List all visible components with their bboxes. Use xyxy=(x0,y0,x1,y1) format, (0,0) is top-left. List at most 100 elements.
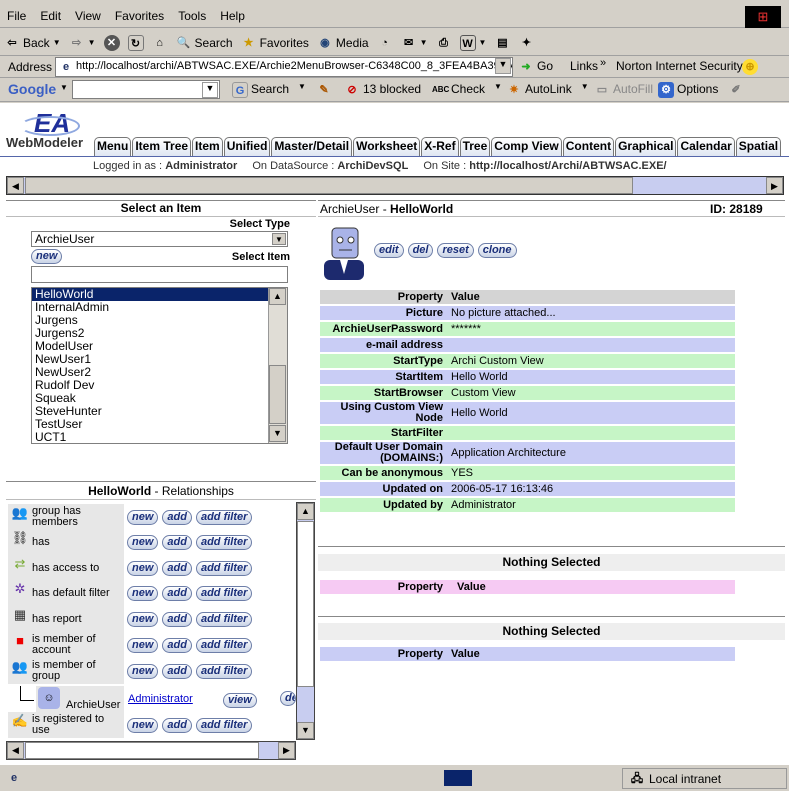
stop-button[interactable]: ✕ xyxy=(100,34,124,51)
rel-new-button[interactable]: new xyxy=(127,534,159,550)
relationships-hscrollbar[interactable]: ◀ ▶ xyxy=(6,741,296,760)
google-dropdown-icon[interactable]: ▼ xyxy=(202,82,218,98)
media-button[interactable]: ◉ Media xyxy=(313,35,373,51)
menu-file[interactable]: File xyxy=(0,9,33,23)
search-button[interactable]: 🔍 Search xyxy=(172,35,237,51)
rel-new-button[interactable]: new xyxy=(127,611,159,627)
favorites-button[interactable]: ★ Favorites xyxy=(237,35,313,51)
list-item[interactable]: TestUser xyxy=(32,418,287,431)
rel-add-filter-button[interactable]: add filter xyxy=(195,663,253,679)
tab-content[interactable]: Content xyxy=(562,137,615,156)
tab-item-tree[interactable]: Item Tree xyxy=(132,137,192,156)
rel-new-button[interactable]: new xyxy=(127,717,159,733)
reset-button[interactable]: reset xyxy=(437,243,474,258)
rel-add-filter-button[interactable]: add filter xyxy=(195,509,253,525)
clone-button[interactable]: clone xyxy=(477,243,517,258)
scroll-thumb[interactable] xyxy=(269,365,286,424)
top-horizontal-scrollbar[interactable]: ◀ ▶ xyxy=(6,176,784,195)
scroll-left-icon[interactable]: ◀ xyxy=(7,742,24,759)
delete-button[interactable]: de xyxy=(280,691,296,706)
messenger-button[interactable]: ✦ xyxy=(514,35,538,51)
rel-add-button[interactable]: add xyxy=(162,560,192,576)
rel-add-button[interactable]: add xyxy=(162,717,192,733)
relationships-scrollbar[interactable]: ▲ ▼ xyxy=(296,502,315,740)
tab-spatial[interactable]: Spatial xyxy=(735,137,782,156)
address-input[interactable]: http://localhost/archi/ABTWSAC.EXE/Archi… xyxy=(55,57,513,77)
scroll-down-icon[interactable]: ▼ xyxy=(269,425,286,442)
list-item[interactable]: UCT1 xyxy=(32,431,287,444)
rel-add-filter-button[interactable]: add filter xyxy=(195,637,253,653)
rel-add-filter-button[interactable]: add filter xyxy=(195,717,253,733)
new-item-button[interactable]: new xyxy=(31,249,63,264)
rel-add-button[interactable]: add xyxy=(162,663,192,679)
tab-comp-view[interactable]: Comp View xyxy=(491,137,562,156)
chevron-down-icon[interactable]: ▼ xyxy=(60,83,68,92)
administrator-link[interactable]: Administrator xyxy=(128,693,193,705)
norton-icon[interactable]: ⊕ xyxy=(742,59,758,75)
menu-favorites[interactable]: Favorites xyxy=(108,9,171,23)
rel-add-button[interactable]: add xyxy=(162,611,192,627)
rel-add-button[interactable]: add xyxy=(162,534,192,550)
rel-add-filter-button[interactable]: add filter xyxy=(195,585,253,601)
scroll-left-icon[interactable]: ◀ xyxy=(7,177,24,194)
go-button[interactable]: ➜ Go xyxy=(518,59,553,75)
google-search-button[interactable]: G Search ▼ xyxy=(232,82,306,98)
scroll-right-icon[interactable]: ▶ xyxy=(278,742,295,759)
rel-add-filter-button[interactable]: add filter xyxy=(195,560,253,576)
scroll-thumb[interactable] xyxy=(25,177,633,194)
address-dropdown-icon[interactable]: ▼ xyxy=(495,58,511,74)
tab-tree[interactable]: Tree xyxy=(459,137,491,156)
google-logo[interactable]: Google xyxy=(8,81,56,97)
rel-add-filter-button[interactable]: add filter xyxy=(195,534,253,550)
scroll-right-icon[interactable]: ▶ xyxy=(766,177,783,194)
links-button[interactable]: Links xyxy=(570,59,598,73)
forward-button[interactable]: ⇨ ▼ xyxy=(65,35,100,51)
rel-add-button[interactable]: add xyxy=(162,585,192,601)
chevron-right-icon[interactable]: » xyxy=(600,57,606,69)
rel-new-button[interactable]: new xyxy=(127,509,159,525)
autofill-button[interactable]: ▭ AutoFill xyxy=(594,82,653,98)
tab-master-detail[interactable]: Master/Detail xyxy=(271,137,353,156)
rel-add-button[interactable]: add xyxy=(162,509,192,525)
popup-blocker-button[interactable]: ⊘ 13 blocked xyxy=(344,82,421,98)
rel-add-filter-button[interactable]: add filter xyxy=(195,611,253,627)
back-button[interactable]: ⇦ Back ▼ xyxy=(0,35,65,51)
item-filter-input[interactable] xyxy=(31,266,288,283)
scroll-down-icon[interactable]: ▼ xyxy=(297,722,314,739)
select-type-dropdown[interactable]: ArchieUser ▼ xyxy=(31,231,288,247)
highlight-icon[interactable]: ✐ xyxy=(728,82,744,98)
tab-x-ref[interactable]: X-Ref xyxy=(421,137,459,156)
spell-check-button[interactable]: ABC Check ▼ xyxy=(432,82,502,98)
print-button[interactable]: ⎙ xyxy=(432,35,456,51)
rel-new-button[interactable]: new xyxy=(127,637,159,653)
news-icon[interactable]: ✎ xyxy=(316,82,332,98)
tab-unified[interactable]: Unified xyxy=(223,137,271,156)
autolink-button[interactable]: ✷ AutoLink ▼ xyxy=(506,82,588,98)
history-button[interactable]: ◔ xyxy=(373,35,397,51)
delete-button[interactable]: del xyxy=(407,243,434,258)
mail-button[interactable]: ✉ ▼ xyxy=(397,35,432,51)
rel-add-button[interactable]: add xyxy=(162,637,192,653)
menu-help[interactable]: Help xyxy=(213,9,252,23)
tab-menu[interactable]: Menu xyxy=(94,137,132,156)
norton-button[interactable]: Norton Internet Security xyxy=(616,59,743,73)
refresh-button[interactable]: ↻ xyxy=(124,34,148,51)
scroll-up-icon[interactable]: ▲ xyxy=(269,288,286,305)
menu-edit[interactable]: Edit xyxy=(33,9,68,23)
scroll-up-icon[interactable]: ▲ xyxy=(297,503,314,520)
edit-button[interactable]: edit xyxy=(374,243,404,258)
options-button[interactable]: ⚙ Options xyxy=(658,82,718,98)
tab-worksheet[interactable]: Worksheet xyxy=(353,137,421,156)
rel-new-button[interactable]: new xyxy=(127,585,159,601)
discuss-button[interactable]: ▤ xyxy=(490,35,514,51)
tab-graphical[interactable]: Graphical xyxy=(615,137,677,156)
rel-new-button[interactable]: new xyxy=(127,663,159,679)
google-search-input[interactable] xyxy=(72,80,220,99)
rel-new-button[interactable]: new xyxy=(127,560,159,576)
tab-calendar[interactable]: Calendar xyxy=(677,137,735,156)
menu-tools[interactable]: Tools xyxy=(171,9,213,23)
tab-item[interactable]: Item xyxy=(192,137,223,156)
menu-view[interactable]: View xyxy=(68,9,108,23)
scroll-thumb[interactable] xyxy=(25,742,259,759)
scroll-thumb[interactable] xyxy=(297,521,314,687)
